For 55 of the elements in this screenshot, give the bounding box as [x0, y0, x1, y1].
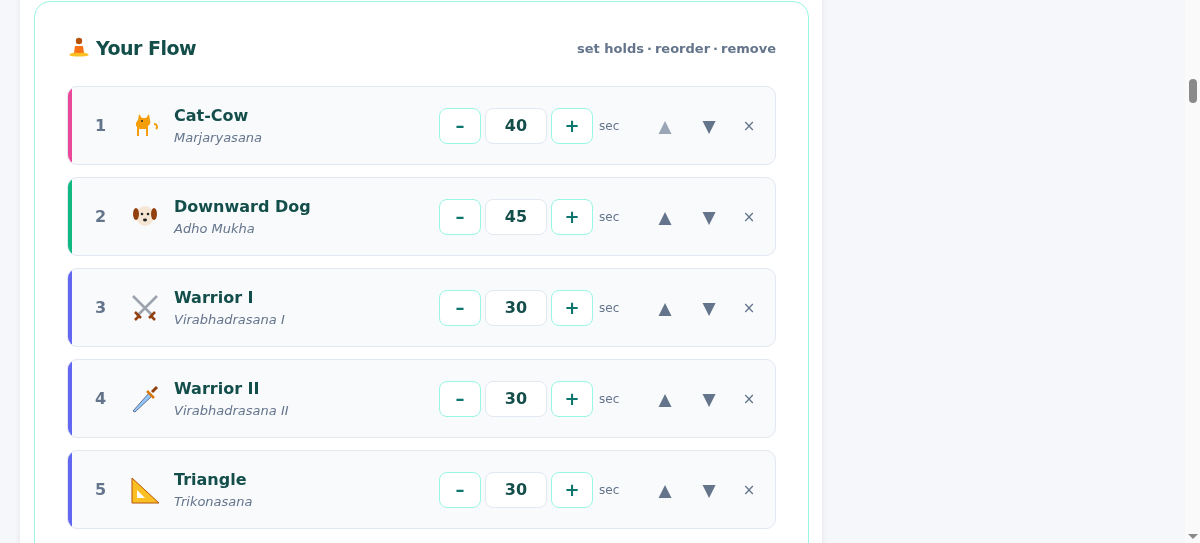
sanskrit-name: Virabhadrasana I: [174, 312, 286, 327]
move-up-button[interactable]: ▲: [643, 201, 687, 232]
separator-dot: ·: [647, 40, 652, 56]
sanskrit-name: Trikonasana: [174, 494, 254, 509]
pose-number: 3: [95, 298, 108, 317]
decrease-button[interactable]: –: [439, 198, 481, 235]
hint-text: set holds: [577, 40, 644, 56]
remove-button[interactable]: ×: [731, 474, 767, 505]
pose-name: Cat-Cow: [174, 106, 250, 125]
sanskrit-name: Adho Mukha: [174, 221, 256, 236]
decrease-button[interactable]: –: [439, 107, 481, 144]
increase-button[interactable]: +: [551, 107, 593, 144]
separator-dot: ·: [713, 40, 718, 56]
remove-button[interactable]: ×: [731, 201, 767, 232]
move-down-button[interactable]: ▼: [687, 201, 731, 232]
pose-number: 1: [95, 116, 108, 135]
increase-button[interactable]: +: [551, 471, 593, 508]
pose-name: Downward Dog: [174, 197, 312, 216]
move-down-button[interactable]: ▼: [687, 474, 731, 505]
seconds-field[interactable]: 40: [485, 107, 547, 144]
increase-button[interactable]: +: [551, 289, 593, 326]
decrease-button[interactable]: –: [439, 289, 481, 326]
pose-name: Warrior II: [174, 379, 261, 398]
sanskrit-name: Virabhadrasana II: [174, 403, 290, 418]
pose-name: Warrior I: [174, 288, 255, 307]
remove-button[interactable]: ×: [731, 110, 767, 141]
unit-label: sec: [599, 482, 621, 497]
remove-button[interactable]: ×: [731, 383, 767, 414]
decrease-button[interactable]: –: [439, 471, 481, 508]
unit-label: sec: [599, 300, 621, 315]
move-up-button[interactable]: ▲: [643, 292, 687, 323]
move-down-button[interactable]: ▼: [687, 383, 731, 414]
decrease-button[interactable]: –: [439, 380, 481, 417]
increase-button[interactable]: +: [551, 198, 593, 235]
hint-text: remove: [721, 40, 776, 56]
unit-label: sec: [599, 118, 621, 133]
move-down-button[interactable]: ▼: [687, 292, 731, 323]
pose-name: Triangle: [174, 470, 248, 489]
move-up-button[interactable]: ▲: [643, 383, 687, 414]
seconds-field[interactable]: 30: [485, 289, 547, 326]
seconds-field[interactable]: 30: [485, 471, 547, 508]
unit-label: sec: [599, 209, 621, 224]
pose-number: 2: [95, 207, 108, 226]
seconds-field[interactable]: 30: [485, 380, 547, 417]
pose-number: 4: [95, 389, 108, 408]
pose-number: 5: [95, 480, 108, 499]
increase-button[interactable]: +: [551, 380, 593, 417]
remove-button[interactable]: ×: [731, 292, 767, 323]
seconds-field[interactable]: 45: [485, 198, 547, 235]
unit-label: sec: [599, 391, 621, 406]
hint-text: reorder: [654, 40, 711, 56]
section-title: Your Flow: [96, 37, 197, 59]
sanskrit-name: Marjaryasana: [174, 130, 264, 145]
move-down-button[interactable]: ▼: [687, 110, 731, 141]
move-up-button[interactable]: ▲: [643, 474, 687, 505]
